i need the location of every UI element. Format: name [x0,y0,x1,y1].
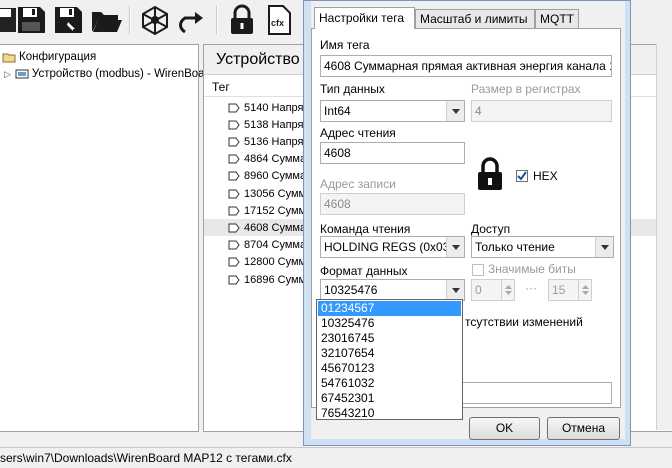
spinner-icon [578,280,591,300]
format-option[interactable]: 32107654 [318,346,461,361]
tree-root-label: Конфигурация [19,51,97,63]
access-label: Доступ [471,222,511,236]
data-type-select[interactable]: Int64 [320,100,465,122]
tree-root[interactable]: Конфигурация [2,49,96,65]
chevron-down-icon[interactable] [446,280,464,300]
no-change-option-label: тсутствии изменений [465,315,583,329]
cfx-file-icon[interactable]: cfx [262,3,296,37]
tag-icon [228,171,240,181]
tag-row-label: 5140 Напря [244,101,304,114]
chevron-down-icon[interactable] [446,237,464,257]
expand-arrow-icon[interactable]: ▷ [4,69,11,80]
data-format-value: 10325476 [324,283,378,297]
significant-bits-from-value: 0 [475,283,482,297]
spinner-icon [501,280,514,300]
tag-row-label: 5136 Напря [244,135,304,148]
tree-item-device[interactable]: ▷ Устройство (modbus) - WirenBoa [4,66,205,82]
tag-row-label: 8960 Сумма [244,170,307,183]
format-option[interactable]: 23016745 [318,331,461,346]
significant-bits-label: Значимые биты [488,262,576,276]
tag-row-label: 16896 Сумм [244,273,307,286]
tag-row-label: 13056 Сумм [244,187,307,200]
panel-scrollbar[interactable] [656,44,672,430]
tag-row-label: 8704 Сумма [244,239,307,252]
significant-bits-from: 0 [471,279,515,301]
tag-icon [228,189,240,198]
tag-row-label: 4864 Сумма [244,153,307,166]
data-format-dropdown[interactable]: 01234567 10325476 23016745 32107654 45670123… [316,299,463,420]
transfer-icon[interactable] [176,3,210,37]
ok-button[interactable]: OK [469,417,540,440]
bits-range-separator: ··· [525,281,537,295]
hex-label: HEX [533,169,558,183]
status-path: sers\win7\Downloads\WirenBoard MAP12 с т… [0,451,292,465]
read-command-label: Команда чтения [320,222,411,236]
format-option[interactable]: 67452301 [318,391,461,406]
read-address-field[interactable]: 4608 [320,142,465,164]
reg-size-label: Размер в регистрах [471,82,581,96]
tag-icon [228,120,240,130]
tag-row-label: 5138 Напря [244,118,304,131]
status-bar: sers\win7\Downloads\WirenBoard MAP12 с т… [0,447,672,468]
format-option[interactable]: 01234567 [318,301,461,316]
chevron-down-icon[interactable] [595,237,613,257]
tag-icon [228,240,240,250]
tag-row-label: 4608 Сумма [244,221,307,234]
network-icon[interactable] [138,3,172,37]
cancel-button[interactable]: Отмена [547,417,620,440]
read-command-select[interactable]: HOLDING REGS (0x03) [320,236,465,258]
read-address-label: Адрес чтения [320,126,396,140]
tag-icon [228,257,240,267]
data-format-label: Формат данных [320,264,408,278]
tag-icon [228,103,240,112]
hex-checkbox[interactable] [516,170,528,182]
tree-item-device-label: Устройство (modbus) - WirenBoa [31,68,205,80]
format-option[interactable]: 10325476 [318,316,461,331]
open-folder-icon[interactable] [89,3,123,37]
save-icon[interactable] [14,3,48,37]
tab-scale-limits[interactable]: Масштаб и лимиты [415,9,535,28]
config-tree[interactable]: Конфигурация ▷ Устройство (modbus) - Wir… [0,44,205,432]
write-address-field: 4608 [320,193,465,215]
save-as-icon[interactable] [51,3,85,37]
access-select[interactable]: Только чтение [471,236,614,258]
significant-bits-checkbox [472,264,484,276]
format-option[interactable]: 54761032 [318,376,461,391]
chevron-down-icon[interactable] [446,101,464,121]
svg-text:cfx: cfx [271,18,284,28]
lock-icon[interactable] [225,3,259,37]
format-option[interactable]: 45670123 [318,361,461,376]
data-format-select[interactable]: 10325476 [320,279,465,301]
check-icon [517,171,527,181]
access-value: Только чтение [475,240,555,254]
tag-row-label: 12800 Сумм [244,256,307,269]
significant-bits-to-value: 15 [552,283,566,297]
tag-row-label: 17152 Сумм [244,204,307,217]
significant-bits-to: 15 [548,279,592,301]
folder-icon [2,53,16,63]
reg-size-field: 4 [471,100,612,122]
tag-icon [228,275,240,284]
tag-name-field[interactable]: 4608 Суммарная прямая активная энергия к… [320,55,612,77]
tab-tag-settings[interactable]: Настройки тега [314,7,415,29]
data-type-value: Int64 [324,104,351,118]
tab-mqtt[interactable]: MQTT [535,9,579,28]
format-option[interactable]: 76543210 [318,406,461,421]
tag-name-label: Имя тега [320,38,370,52]
lock-icon[interactable] [475,156,505,195]
tag-icon [228,223,240,233]
device-icon [15,69,29,79]
read-command-value: HOLDING REGS (0x03) [324,240,454,254]
tag-icon [228,206,240,216]
write-address-label: Адрес записи [320,177,396,191]
tag-icon [228,137,240,147]
data-type-label: Тип данных [320,82,385,96]
tag-icon [228,154,240,164]
